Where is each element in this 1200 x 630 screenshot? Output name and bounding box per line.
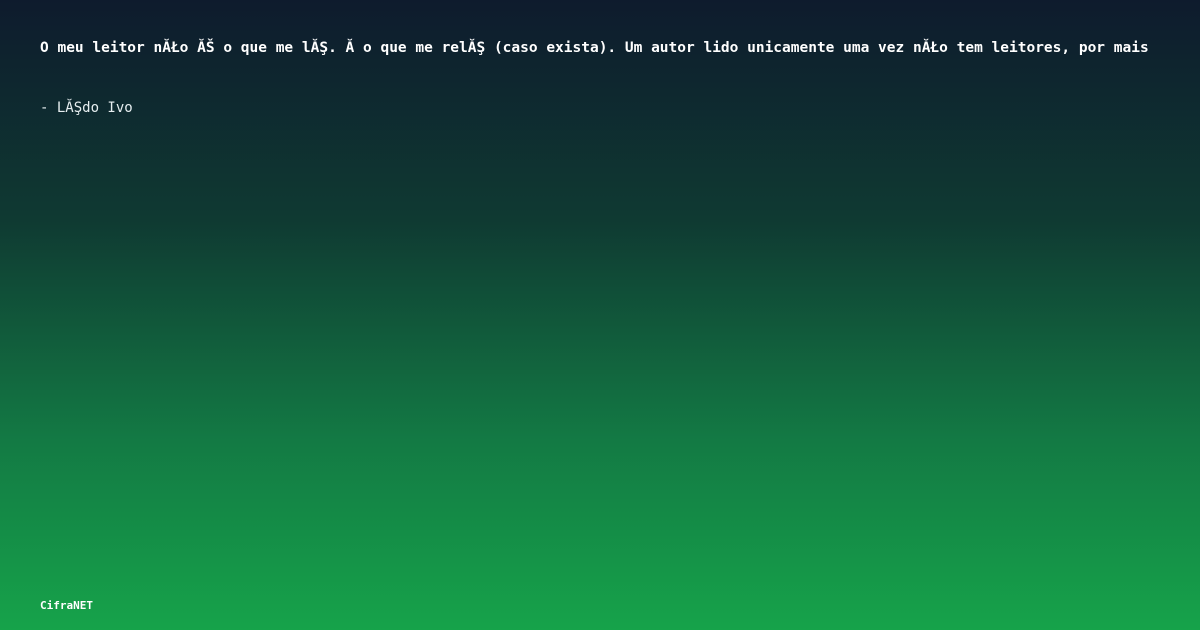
quote-card: O meu leitor nĂŁo ĂŠ o que me lĂŞ. Ă o q… xyxy=(0,0,1200,630)
brand-logo: CifraNET xyxy=(40,599,93,612)
quote-text: O meu leitor nĂŁo ĂŠ o que me lĂŞ. Ă o q… xyxy=(40,40,1149,56)
quote-author: - LĂŞdo Ivo xyxy=(40,100,133,116)
